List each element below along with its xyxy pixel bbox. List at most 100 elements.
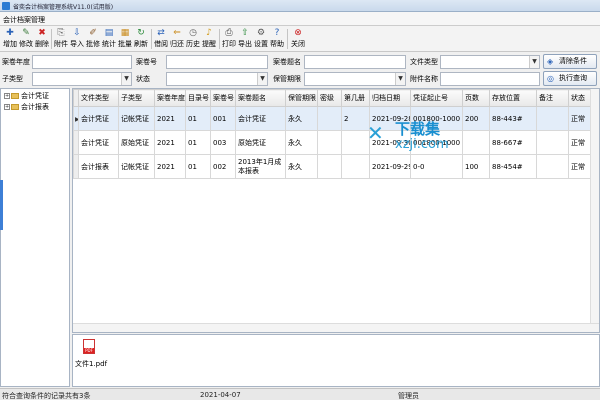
table-cell[interactable]: 永久 xyxy=(285,130,318,155)
table-cell[interactable]: 永久 xyxy=(285,106,318,131)
table-cell[interactable] xyxy=(536,130,569,155)
table-cell[interactable]: 01 xyxy=(185,106,211,131)
table-cell[interactable]: 01 xyxy=(185,154,211,179)
subtype-select[interactable]: ▼ xyxy=(32,72,132,86)
attachment-filename[interactable]: 文件1.pdf xyxy=(75,359,107,369)
attachment-icon: ⎘ xyxy=(57,28,65,38)
table-cell[interactable]: 会计凭证 xyxy=(235,106,286,131)
table-cell[interactable] xyxy=(317,106,342,131)
attachment-name-input[interactable] xyxy=(440,72,540,86)
table-cell[interactable] xyxy=(536,106,569,131)
expand-icon[interactable]: + xyxy=(4,104,10,110)
table-cell[interactable]: 002 xyxy=(210,154,236,179)
table-cell[interactable]: 记帐凭证 xyxy=(118,154,155,179)
table-row[interactable]: 会计报表 记帐凭证 2021 01 002 2013年1月成本报表 永久 202… xyxy=(73,154,594,179)
borrow-icon: ⇄ xyxy=(157,28,165,38)
file-type-select[interactable]: ▼ xyxy=(440,55,540,69)
volume-title-input[interactable] xyxy=(304,55,406,69)
table-cell[interactable]: 会计凭证 xyxy=(78,130,119,155)
table-cell[interactable] xyxy=(536,154,569,179)
table-cell[interactable]: 会计报表 xyxy=(78,154,119,179)
chevron-down-icon: ▼ xyxy=(529,56,539,68)
status-select[interactable]: ▼ xyxy=(166,72,268,86)
tree-item-accounting-report[interactable]: + 会计报表 xyxy=(4,102,49,112)
volume-no-label: 案卷号 xyxy=(136,58,157,66)
column-header[interactable]: 文件类型 xyxy=(78,89,119,107)
close-button[interactable]: ⊗ 关闭 xyxy=(290,27,306,51)
column-header[interactable]: 归档日期 xyxy=(369,89,411,107)
menu-bar: 会计档案管理 xyxy=(0,12,600,26)
status-date: 2021-04-07 xyxy=(200,391,241,399)
volume-title-label: 案卷题名 xyxy=(273,58,301,66)
table-cell[interactable]: 会计凭证 xyxy=(78,106,119,131)
retention-select[interactable]: ▼ xyxy=(304,72,406,86)
attachment-name-label: 附件名称 xyxy=(410,75,438,83)
batch-icon: ▦ xyxy=(120,28,130,38)
table-cell[interactable]: 003 xyxy=(210,130,236,155)
clear-conditions-label: 清除条件 xyxy=(559,57,587,65)
column-header[interactable]: 案卷题名 xyxy=(235,89,286,107)
statistics-icon: ▤ xyxy=(104,28,114,38)
delete-button[interactable]: ✖ 删除 xyxy=(34,27,50,51)
table-cell[interactable]: 01 xyxy=(185,130,211,155)
column-header[interactable]: 密级 xyxy=(317,89,342,107)
table-row[interactable]: ▶ 会计凭证 记帐凭证 2021 01 001 会计凭证 永久 2 2021-0… xyxy=(73,106,594,131)
help-button[interactable]: ? 帮助 xyxy=(269,27,285,51)
app-icon xyxy=(2,2,10,10)
table-row[interactable]: 会计凭证 原始凭证 2021 01 003 原始凭证 永久 2021-09-30… xyxy=(73,130,594,155)
column-header[interactable]: 备注 xyxy=(536,89,569,107)
column-header[interactable]: 子类型 xyxy=(118,89,155,107)
column-header[interactable]: 目录号 xyxy=(185,89,211,107)
table-cell[interactable]: 记帐凭证 xyxy=(118,106,155,131)
menu-archive-management[interactable]: 会计档案管理 xyxy=(3,15,45,25)
chevron-down-icon: ▼ xyxy=(395,73,405,85)
window-title: 省奕会计档案管理系统V11.0(试用版) xyxy=(13,4,114,11)
table-cell[interactable]: 2021 xyxy=(154,154,186,179)
year-input[interactable] xyxy=(32,55,132,69)
column-header[interactable]: 凭证起止号 xyxy=(410,89,463,107)
table-cell[interactable]: 88-667# xyxy=(489,130,537,155)
table-cell[interactable]: 2021 xyxy=(154,106,186,131)
table-cell[interactable]: 88-443# xyxy=(489,106,537,131)
refresh-button[interactable]: ↻ 刷新 xyxy=(133,27,149,51)
pdf-file-icon[interactable] xyxy=(83,339,95,354)
expand-icon[interactable]: + xyxy=(4,93,10,99)
column-header[interactable]: 第几册 xyxy=(341,89,370,107)
clear-conditions-button[interactable]: ◈ 清除条件 xyxy=(543,54,597,69)
table-cell[interactable]: 001 xyxy=(210,106,236,131)
horizontal-scrollbar[interactable] xyxy=(73,323,599,332)
table-header-row: 文件类型 子类型 案卷年度 目录号 案卷号 案卷题名 保管期限 密级 第几册 归… xyxy=(73,89,594,107)
table-cell[interactable]: 原始凭证 xyxy=(235,130,286,155)
table-cell[interactable]: 永久 xyxy=(285,154,318,179)
reminder-button[interactable]: ♪ 提醒 xyxy=(201,27,217,51)
table-cell[interactable]: 原始凭证 xyxy=(118,130,155,155)
history-icon: ◷ xyxy=(189,28,197,38)
table-cell[interactable]: 88-454# xyxy=(489,154,537,179)
status-bar: 符合查询条件的记录共有3条 2021-04-07 管理员 xyxy=(0,388,600,400)
folder-icon xyxy=(11,104,19,110)
tree-item-accounting-voucher[interactable]: + 会计凭证 xyxy=(4,91,49,101)
watermark-brand: 下载集 xyxy=(395,120,441,138)
table-cell[interactable]: 2021 xyxy=(154,130,186,155)
table-cell[interactable]: 2013年1月成本报表 xyxy=(235,154,286,179)
import-icon: ⇩ xyxy=(73,28,81,38)
attachment-panel: 文件1.pdf xyxy=(72,334,600,387)
column-header[interactable]: 保管期限 xyxy=(285,89,318,107)
settings-icon: ⚙ xyxy=(256,28,266,38)
column-header[interactable]: 案卷年度 xyxy=(154,89,186,107)
table-cell[interactable] xyxy=(317,130,342,155)
tree-item-label: 会计报表 xyxy=(21,103,49,111)
watermark: ✕ 下载集 xzji.com xyxy=(365,118,475,166)
table-cell[interactable] xyxy=(317,154,342,179)
volume-no-input[interactable] xyxy=(166,55,268,69)
execute-query-button[interactable]: ◎ 执行查询 xyxy=(543,71,597,86)
binoculars-icon: ◎ xyxy=(547,74,554,83)
category-tree: + 会计凭证 + 会计报表 xyxy=(0,88,70,387)
edit-icon: ✎ xyxy=(22,28,30,38)
column-header[interactable]: 存放位置 xyxy=(489,89,537,107)
vertical-scrollbar[interactable] xyxy=(590,89,599,332)
status-user: 管理员 xyxy=(398,392,419,400)
add-icon: ✚ xyxy=(6,28,14,38)
column-header[interactable]: 案卷号 xyxy=(210,89,236,107)
column-header[interactable]: 页数 xyxy=(462,89,490,107)
